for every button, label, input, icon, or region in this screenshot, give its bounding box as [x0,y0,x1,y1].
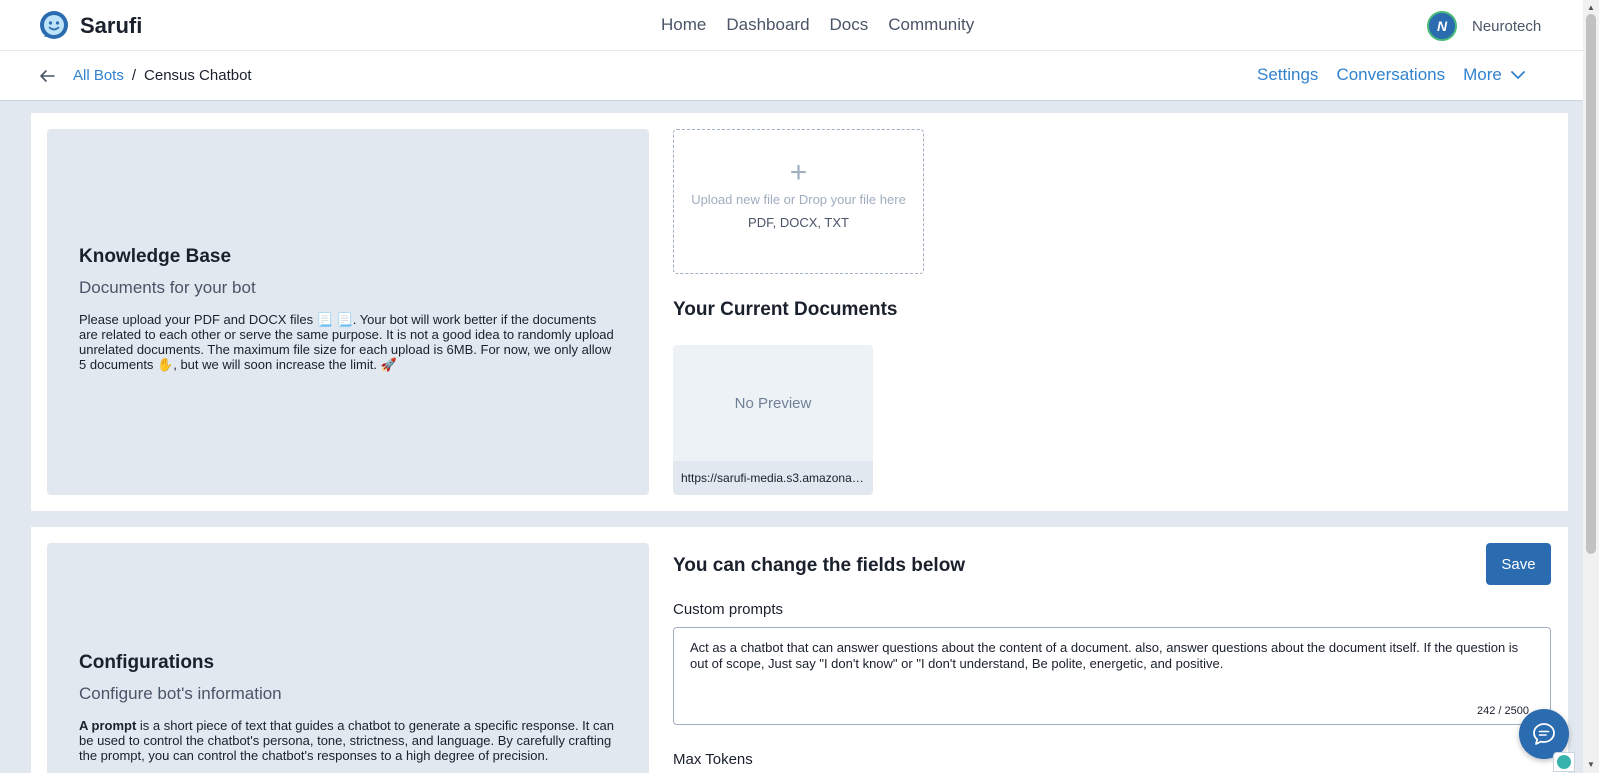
configurations-card: Configurations Configure bot's informati… [31,527,1568,773]
breadcrumb: All Bots / Census Chatbot [73,67,252,84]
max-tokens-label: Max Tokens [673,751,753,768]
breadcrumb-current: Census Chatbot [144,67,252,84]
breadcrumb-all-bots[interactable]: All Bots [73,67,124,84]
document-preview: No Preview [734,394,812,412]
page-scrollbar[interactable]: ▲ ▼ [1583,0,1599,773]
file-upload-dropzone[interactable]: + Upload new file or Drop your file here… [673,129,924,274]
sarufi-logo-icon [40,11,68,39]
back-arrow-icon[interactable] [38,67,56,85]
user-menu[interactable]: N Neurotech [1427,11,1541,41]
upload-instructions: Upload new file or Drop your file here [691,192,906,207]
extension-widget-icon[interactable] [1553,752,1575,772]
scroll-up-arrow-icon[interactable]: ▲ [1587,3,1595,12]
upload-file-types: PDF, DOCX, TXT [748,215,849,230]
fields-title: You can change the fields below [673,555,966,576]
knowledge-subtitle: Documents for your bot [79,278,256,297]
knowledge-info-panel: Knowledge Base Documents for your bot Pl… [47,129,649,495]
current-documents-title: Your Current Documents [673,299,898,320]
config-description: A prompt is a short piece of text that g… [79,718,617,763]
bot-subnav: All Bots / Census Chatbot Settings Conve… [0,51,1583,101]
nav-dashboard[interactable]: Dashboard [726,15,809,35]
settings-link[interactable]: Settings [1257,65,1318,85]
knowledge-description: Please upload your PDF and DOCX files 📃 … [79,312,614,372]
conversations-link[interactable]: Conversations [1336,65,1445,85]
config-info-panel: Configurations Configure bot's informati… [47,543,649,773]
plus-icon: + [789,156,808,189]
knowledge-base-card: Knowledge Base Documents for your bot Pl… [31,113,1568,511]
config-description-bold: A prompt [79,718,137,733]
nav-community[interactable]: Community [888,15,974,35]
bot-actions: Settings Conversations More [1257,65,1526,85]
save-button[interactable]: Save [1486,543,1551,585]
chevron-down-icon [1510,71,1525,79]
knowledge-title: Knowledge Base [79,246,232,267]
character-counter: 242 / 2500 [1477,705,1529,717]
custom-prompts-label: Custom prompts [673,601,784,618]
nav-home[interactable]: Home [661,15,706,35]
more-dropdown[interactable]: More [1463,65,1526,85]
main-nav: Home Dashboard Docs Community [661,15,974,35]
user-name[interactable]: Neurotech [1472,18,1541,35]
top-navbar: Sarufi Home Dashboard Docs Community N N… [0,0,1583,51]
more-label: More [1463,65,1502,84]
scroll-thumb[interactable] [1586,14,1596,554]
brand-name: Sarufi [80,13,143,38]
config-title: Configurations [79,652,215,673]
custom-prompt-textarea[interactable]: Act as a chatbot that can answer questio… [673,627,1551,725]
avatar[interactable]: N [1427,11,1457,41]
nav-docs[interactable]: Docs [830,15,869,35]
document-card[interactable]: No Preview https://sarufi-media.s3.amazo… [673,345,873,495]
scroll-down-arrow-icon[interactable]: ▼ [1587,760,1595,769]
brand[interactable]: Sarufi [38,10,142,42]
breadcrumb-separator: / [131,67,137,84]
chat-bubble-icon [1533,723,1555,745]
config-subtitle: Configure bot's information [79,684,282,703]
config-description-text: is a short piece of text that guides a c… [79,718,614,763]
document-name[interactable]: https://sarufi-media.s3.amazonaws.com/do… [673,461,873,495]
